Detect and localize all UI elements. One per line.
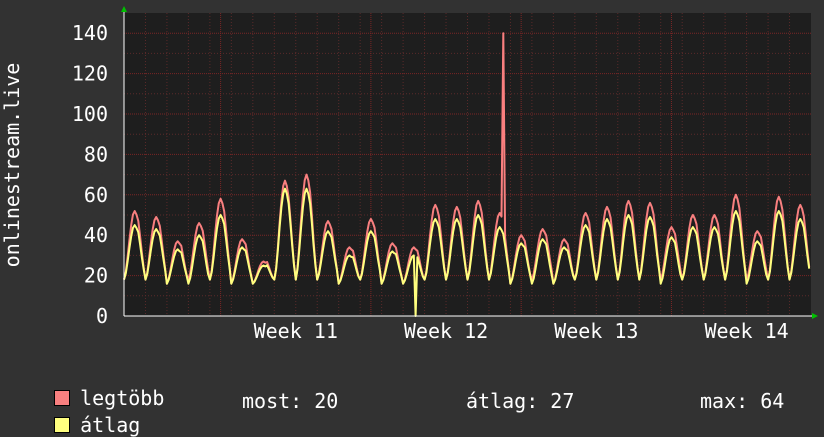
y-tick-label: 40 bbox=[84, 223, 108, 247]
x-axis-arrow bbox=[812, 313, 818, 319]
stat-most: most: 20 bbox=[242, 389, 338, 413]
x-tick-labels: Week 11 Week 12 Week 13 Week 14 bbox=[254, 319, 789, 343]
stat-max-value: 64 bbox=[760, 389, 785, 413]
legend-swatch-atlag bbox=[54, 417, 71, 433]
stat-atlag: átlag: 27 bbox=[466, 389, 574, 413]
y-tick-label: 80 bbox=[84, 142, 108, 166]
y-tick-label: 20 bbox=[84, 264, 108, 288]
y-axis-arrow bbox=[121, 6, 127, 12]
stat-most-value: 20 bbox=[314, 389, 339, 413]
legend-label-atlag: átlag bbox=[80, 413, 141, 437]
y-tick-label: 140 bbox=[72, 21, 108, 45]
stat-max: max: 64 bbox=[700, 389, 784, 413]
stat-max-label: max: bbox=[700, 389, 749, 413]
x-tick-label: Week 12 bbox=[404, 319, 488, 343]
x-tick-label: Week 11 bbox=[254, 319, 338, 343]
x-tick-label: Week 13 bbox=[554, 319, 638, 343]
stat-atlag-label: átlag: bbox=[466, 389, 539, 413]
y-tick-label: 120 bbox=[72, 62, 108, 86]
y-tick-labels: 0 20 40 60 80 100 120 140 bbox=[72, 21, 108, 328]
y-tick-label: 100 bbox=[72, 102, 108, 126]
stat-most-label: most: bbox=[242, 389, 303, 413]
stat-atlag-value: 27 bbox=[550, 389, 575, 413]
y-axis-label: onlinestream.live bbox=[0, 63, 24, 268]
x-tick-label: Week 14 bbox=[704, 319, 788, 343]
y-tick-label: 0 bbox=[96, 304, 108, 328]
y-tick-label: 60 bbox=[84, 183, 108, 207]
